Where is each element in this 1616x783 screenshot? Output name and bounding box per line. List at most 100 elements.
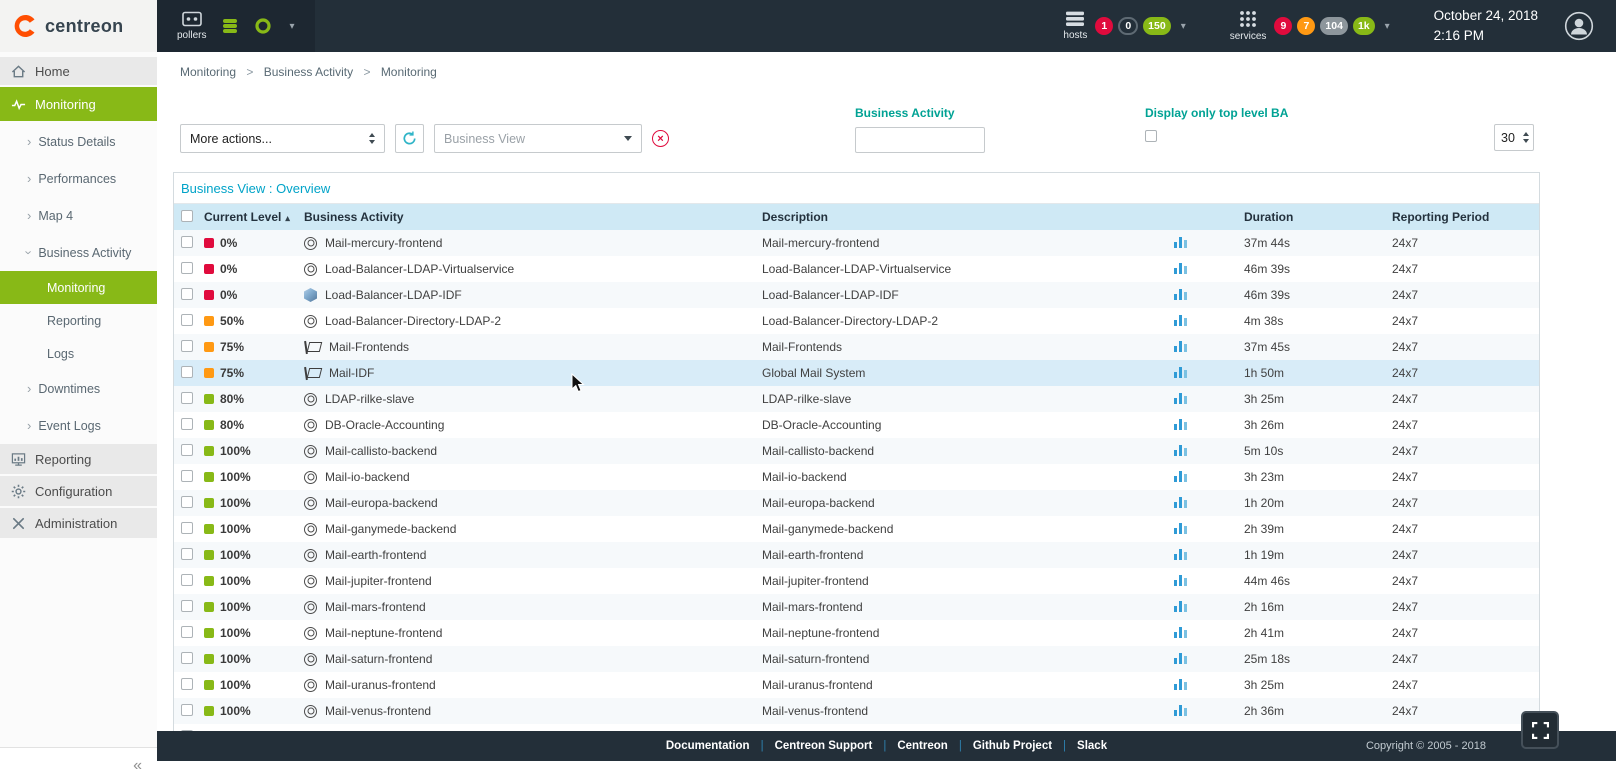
sidebar-collapse-button[interactable]: « [0, 747, 157, 783]
breadcrumb-monitoring-page[interactable]: Monitoring [381, 65, 437, 79]
row-checkbox[interactable] [181, 522, 193, 534]
sidebar-item-monitoring[interactable]: Monitoring [0, 271, 157, 304]
row-checkbox[interactable] [181, 444, 193, 456]
pollers-chevron-down-icon[interactable]: ▾ [289, 21, 294, 32]
sidebar-item-reporting[interactable]: Reporting [0, 304, 157, 337]
chart-icon[interactable] [1174, 626, 1187, 638]
row-checkbox[interactable] [181, 288, 193, 300]
poller-status-icon[interactable] [254, 17, 272, 35]
row-checkbox[interactable] [181, 652, 193, 664]
fullscreen-button[interactable] [1521, 711, 1559, 749]
ba-name[interactable]: Mail-earth-frontend [325, 548, 426, 562]
footer-link-documentation[interactable]: Documentation [666, 740, 750, 752]
red-status-badge[interactable]: 1 [1095, 17, 1113, 35]
chart-icon[interactable] [1174, 496, 1187, 508]
row-checkbox[interactable] [181, 366, 193, 378]
table-row[interactable]: 100%Mail-europa-backendMail-europa-backe… [174, 490, 1539, 516]
chart-icon[interactable] [1174, 236, 1187, 248]
breadcrumb-business-activity[interactable]: Business Activity [264, 65, 353, 79]
footer-link-github-project[interactable]: Github Project [973, 740, 1052, 752]
col-duration[interactable]: Duration [1240, 204, 1388, 230]
table-row[interactable]: 100%Mail-mars-frontendMail-mars-frontend… [174, 594, 1539, 620]
row-checkbox[interactable] [181, 314, 193, 326]
ba-name[interactable]: Mail-uranus-frontend [325, 678, 436, 692]
ba-name[interactable]: Mail-jupiter-frontend [325, 574, 432, 588]
table-row[interactable]: 50%Load-Balancer-Directory-LDAP-2Load-Ba… [174, 308, 1539, 334]
ba-name[interactable]: Mail-venus-frontend [325, 704, 431, 718]
table-row[interactable]: 100%Mail-io-backendMail-io-backend3h 23m… [174, 464, 1539, 490]
col-current-level[interactable]: Current Level▴ [200, 204, 300, 230]
row-checkbox[interactable] [181, 340, 193, 352]
green-status-badge[interactable]: 1k [1353, 17, 1375, 35]
sidebar-item-logs[interactable]: Logs [0, 337, 157, 370]
ba-name[interactable]: Mail-Frontends [329, 340, 409, 354]
sidebar-item-reporting[interactable]: Reporting [0, 444, 157, 474]
sidebar-item-monitoring[interactable]: Monitoring [0, 87, 157, 121]
ba-name[interactable]: LDAP-rilke-slave [325, 392, 414, 406]
business-view-select[interactable]: Business View [434, 124, 642, 153]
sidebar-item-status-details[interactable]: ›Status Details [0, 123, 157, 160]
chart-icon[interactable] [1174, 288, 1187, 300]
table-row[interactable]: 100%Mail-saturn-frontendMail-saturn-fron… [174, 646, 1539, 672]
ba-name[interactable]: Mail-europa-backend [325, 496, 438, 510]
services-status[interactable]: services 971041k ▾ [1230, 10, 1390, 42]
row-checkbox[interactable] [181, 418, 193, 430]
chart-icon[interactable] [1174, 392, 1187, 404]
row-checkbox[interactable] [181, 496, 193, 508]
row-checkbox[interactable] [181, 392, 193, 404]
table-row[interactable]: 100%Mail-venus-frontendMail-venus-fronte… [174, 698, 1539, 724]
user-menu[interactable] [1564, 11, 1594, 41]
breadcrumb-monitoring[interactable]: Monitoring [180, 65, 236, 79]
table-row[interactable]: 100%Mail-earth-frontendMail-earth-fronte… [174, 542, 1539, 568]
table-row[interactable]: 80%LDAP-rilke-slaveLDAP-rilke-slave3h 25… [174, 386, 1539, 412]
brand[interactable]: centreon [0, 0, 157, 52]
ba-name[interactable]: Mail-IDF [329, 366, 374, 380]
page-size-select[interactable]: 30 [1494, 124, 1534, 151]
ba-name[interactable]: Mail-saturn-frontend [325, 652, 432, 666]
ba-name[interactable]: Mail-io-backend [325, 470, 410, 484]
sidebar-item-home[interactable]: Home [0, 57, 157, 85]
table-row[interactable]: 75%Mail-FrontendsMail-Frontends37m 45s24… [174, 334, 1539, 360]
database-icon[interactable] [221, 17, 239, 35]
table-row[interactable]: 0%Load-Balancer-LDAP-VirtualserviceLoad-… [174, 256, 1539, 282]
chart-icon[interactable] [1174, 704, 1187, 716]
chart-icon[interactable] [1174, 340, 1187, 352]
ba-name[interactable]: DB-Oracle-Accounting [325, 418, 444, 432]
footer-link-centreon-support[interactable]: Centreon Support [775, 740, 873, 752]
hosts-status[interactable]: hosts 10150 ▾ [1063, 11, 1185, 41]
sidebar-item-administration[interactable]: Administration [0, 508, 157, 538]
ba-name[interactable]: Mail-mercury-frontend [325, 236, 442, 250]
chart-icon[interactable] [1174, 548, 1187, 560]
ba-name[interactable]: Mail-neptune-frontend [325, 626, 442, 640]
chart-icon[interactable] [1174, 470, 1187, 482]
business-activity-filter-input[interactable] [855, 127, 985, 153]
refresh-button[interactable] [395, 124, 424, 153]
col-description[interactable]: Description [758, 204, 1170, 230]
table-row[interactable]: 0%Mail-mercury-frontendMail-mercury-fron… [174, 230, 1539, 256]
table-row[interactable]: 0%Load-Balancer-LDAP-IDFLoad-Balancer-LD… [174, 282, 1539, 308]
sidebar-item-downtimes[interactable]: ›Downtimes [0, 370, 157, 407]
sidebar-item-event-logs[interactable]: ›Event Logs [0, 407, 157, 444]
ba-name[interactable]: Load-Balancer-LDAP-Virtualservice [325, 262, 514, 276]
table-row[interactable]: 100%Mail-ganymede-backendMail-ganymede-b… [174, 516, 1539, 542]
row-checkbox[interactable] [181, 626, 193, 638]
chart-icon[interactable] [1174, 366, 1187, 378]
sidebar-item-configuration[interactable]: Configuration [0, 476, 157, 506]
table-row[interactable]: 100%Mail- [174, 724, 1539, 731]
display-top-level-checkbox[interactable] [1145, 130, 1157, 142]
chart-icon[interactable] [1174, 522, 1187, 534]
ba-name[interactable]: Load-Balancer-LDAP-IDF [325, 288, 462, 302]
pollers-section[interactable]: pollers ▾ [157, 0, 315, 52]
chart-icon[interactable] [1174, 678, 1187, 690]
table-row[interactable]: 100%Mail-neptune-frontendMail-neptune-fr… [174, 620, 1539, 646]
ba-name[interactable]: Mail-callisto-backend [325, 444, 437, 458]
row-checkbox[interactable] [181, 600, 193, 612]
sidebar-item-map-4[interactable]: ›Map 4 [0, 197, 157, 234]
row-checkbox[interactable] [181, 574, 193, 586]
chart-icon[interactable] [1174, 314, 1187, 326]
row-checkbox[interactable] [181, 262, 193, 274]
ba-name[interactable]: Mail-mars-frontend [325, 600, 426, 614]
chart-icon[interactable] [1174, 418, 1187, 430]
ba-name[interactable]: Load-Balancer-Directory-LDAP-2 [325, 314, 501, 328]
sidebar-item-business-activity[interactable]: ›Business Activity [0, 234, 157, 271]
